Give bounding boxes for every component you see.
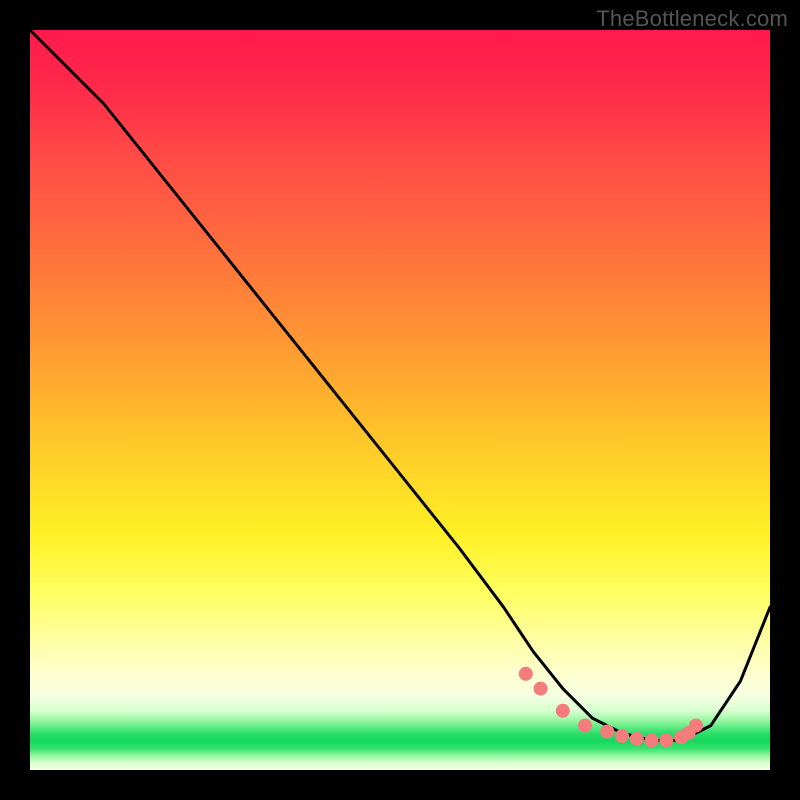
- highlight-dot: [645, 733, 659, 747]
- highlight-dot: [519, 667, 533, 681]
- plot-area: [30, 30, 770, 770]
- chart-frame: TheBottleneck.com: [0, 0, 800, 800]
- highlight-dot: [659, 733, 673, 747]
- highlight-dots-group: [519, 667, 703, 748]
- highlight-dot: [689, 719, 703, 733]
- highlight-dot: [556, 704, 570, 718]
- bottleneck-curve: [30, 30, 770, 740]
- highlight-dot: [630, 732, 644, 746]
- chart-svg: [30, 30, 770, 770]
- watermark-text: TheBottleneck.com: [596, 6, 788, 32]
- highlight-dot: [578, 719, 592, 733]
- highlight-dot: [534, 682, 548, 696]
- highlight-dot: [615, 729, 629, 743]
- highlight-dot: [600, 725, 614, 739]
